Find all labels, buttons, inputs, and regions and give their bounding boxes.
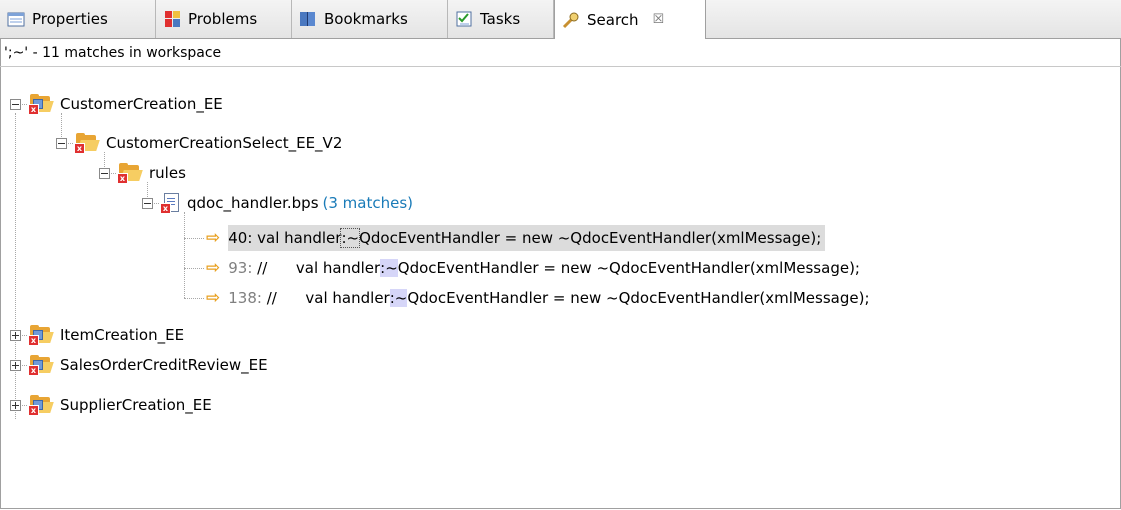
project-folder-icon: x xyxy=(27,324,54,346)
project-folder-icon: x xyxy=(27,93,54,115)
expand-icon[interactable] xyxy=(10,359,21,371)
selected-match: 40: val handler :~ QdocEventHandler = ne… xyxy=(228,225,826,251)
match-count: (3 matches) xyxy=(322,194,414,212)
match-row[interactable]: ⇨ 40: val handler :~ QdocEventHandler = … xyxy=(206,223,826,253)
tree-node-customercreationselect[interactable]: x CustomerCreationSelect_EE_V2 xyxy=(56,128,342,158)
tab-properties[interactable]: Properties xyxy=(0,0,156,38)
bookmarks-icon xyxy=(298,9,318,29)
problems-icon xyxy=(162,9,182,29)
tree-node-customercreation[interactable]: x CustomerCreation_EE xyxy=(10,89,223,119)
tree-node-rules[interactable]: x rules xyxy=(99,158,186,188)
tab-tasks[interactable]: Tasks xyxy=(448,0,554,38)
tree-connector xyxy=(184,238,204,239)
tree-connector xyxy=(184,298,204,299)
tab-bookmarks[interactable]: Bookmarks xyxy=(292,0,448,38)
expand-icon[interactable] xyxy=(10,329,21,341)
search-icon xyxy=(561,10,581,30)
tree-connector xyxy=(184,212,185,298)
collapse-icon[interactable] xyxy=(99,167,110,179)
collapse-icon[interactable] xyxy=(142,197,153,209)
match-arrow-icon: ⇨ xyxy=(206,288,221,308)
tree-connector xyxy=(184,268,204,269)
folder-icon: x xyxy=(73,132,100,154)
match-row[interactable]: ⇨ 138: // val handler :~ QdocEventHandle… xyxy=(206,283,870,313)
folder-icon: x xyxy=(116,162,143,184)
match-arrow-icon: ⇨ xyxy=(206,258,221,278)
tree-node-qdoc-handler[interactable]: x qdoc_handler.bps (3 matches) xyxy=(142,188,413,218)
tab-problems[interactable]: Problems xyxy=(156,0,292,38)
search-status: ';~' - 11 matches in workspace xyxy=(4,45,222,61)
expand-icon[interactable] xyxy=(10,399,21,411)
tree-node-suppliercreation[interactable]: x SupplierCreation_EE xyxy=(10,390,212,420)
tree-node-salesordercreditreview[interactable]: x SalesOrderCreditReview_EE xyxy=(10,350,268,380)
properties-icon xyxy=(6,9,26,29)
divider xyxy=(0,66,1121,67)
match-row[interactable]: ⇨ 93: // val handler :~ QdocEventHandler… xyxy=(206,253,860,283)
match-arrow-icon: ⇨ xyxy=(206,228,221,248)
view-tab-bar: Properties Problems Bookmarks Tasks Sear… xyxy=(0,0,1121,39)
tasks-icon xyxy=(454,9,474,29)
tree-node-itemcreation[interactable]: x ItemCreation_EE xyxy=(10,320,184,350)
collapse-icon[interactable] xyxy=(56,137,67,149)
project-folder-icon: x xyxy=(27,354,54,376)
collapse-icon[interactable] xyxy=(10,98,21,110)
project-folder-icon: x xyxy=(27,394,54,416)
file-icon: x xyxy=(159,192,179,214)
tab-search[interactable]: Search ☒ xyxy=(554,0,706,39)
close-icon[interactable]: ☒ xyxy=(653,12,665,27)
